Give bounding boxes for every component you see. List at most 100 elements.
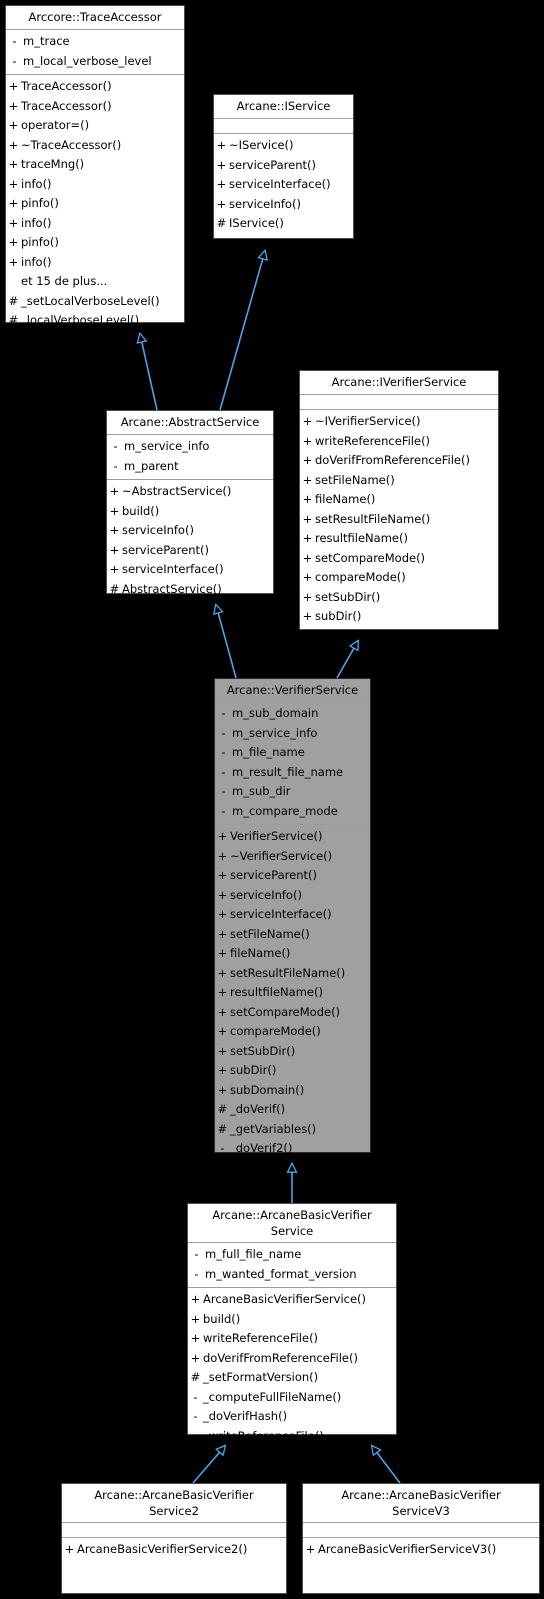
attributes-compartment-arcane-basic-verifier-service2: [62, 1523, 286, 1538]
member-name: traceMng(): [21, 157, 85, 171]
method-row: + serviceInterface(): [214, 175, 353, 195]
class-box-iverifier-service[interactable]: Arcane::IVerifierService + ~IVerifierServi…: [299, 370, 499, 630]
visibility-marker: -: [12, 34, 17, 48]
class-title-abstract-service: Arcane::AbstractService: [107, 411, 273, 435]
method-row: + subDir(): [300, 607, 498, 627]
member-name: compareMode(): [315, 570, 406, 584]
visibility-marker: +: [302, 550, 313, 565]
visibility-marker: +: [217, 1004, 228, 1019]
class-title-verifier-service: Arcane::VerifierService: [215, 679, 370, 702]
member-name: doVerifFromReferenceFile(): [203, 1350, 358, 1365]
visibility-marker: +: [8, 157, 19, 171]
member-name: m_file_name: [232, 745, 305, 759]
member-name: _getVariables(): [230, 1121, 317, 1136]
member-name: _setFormatVersion(): [203, 1370, 319, 1384]
class-title-iservice: Arcane::IService: [214, 95, 353, 119]
attribute-row: - m_result_file_name: [215, 763, 370, 783]
member-name: info(): [21, 254, 52, 269]
class-box-iservice[interactable]: Arcane::IService + ~IService() + servicePare…: [213, 94, 354, 239]
member-name: setFileName(): [315, 472, 395, 487]
member-name: compareMode(): [230, 1024, 321, 1038]
methods-compartment-arcane-basic-verifier-service: + ArcaneBasicVerifierService() + build() + wr…: [188, 1288, 396, 1449]
attribute-row: - m_service_info: [215, 724, 370, 744]
class-title-arcane-basic-verifier-service: Arcane::ArcaneBasicVerifier Service: [188, 1204, 396, 1243]
visibility-marker: +: [217, 829, 228, 843]
member-name: serviceInfo(): [122, 523, 194, 537]
method-row: + setCompareMode(): [300, 549, 498, 569]
visibility-marker: +: [109, 562, 120, 576]
visibility-marker: -: [193, 1409, 198, 1423]
member-name: _doVerif2(): [230, 1141, 293, 1155]
member-name: setCompareMode(): [230, 1004, 341, 1019]
member-name: setResultFileName(): [315, 511, 431, 526]
visibility-marker: -: [113, 439, 118, 453]
method-row: + build(): [188, 1310, 396, 1330]
method-row: # _localVerboseLevel(): [6, 311, 184, 331]
methods-compartment-verifier-service: + VerifierService() + ~VerifierService() + se…: [215, 825, 370, 1162]
class-box-arcane-basic-verifier-service[interactable]: Arcane::ArcaneBasicVerifier Service - m_fu…: [187, 1203, 397, 1443]
method-row: + pinfo(): [6, 233, 184, 253]
member-name: TraceAccessor(): [21, 79, 112, 93]
member-name: pinfo(): [21, 235, 59, 249]
visibility-marker: -: [221, 784, 226, 798]
method-row: + resultfileName(): [215, 983, 370, 1003]
method-row: # _doVerif(): [215, 1100, 370, 1120]
member-name: serviceInterface(): [229, 177, 331, 191]
method-row: + setCompareMode(): [215, 1003, 370, 1023]
member-name: serviceParent(): [122, 542, 209, 557]
member-name: ~IVerifierService(): [315, 414, 421, 428]
method-row: + setSubDir(): [300, 588, 498, 608]
member-name: et 15 de plus...: [21, 274, 108, 288]
method-row: + doVerifFromReferenceFile(): [300, 451, 498, 471]
methods-compartment-iverifier-service: + ~IVerifierService() + writeReferenceFile(…: [300, 410, 498, 630]
member-name: ~IService(): [229, 138, 294, 152]
method-row: + setFileName(): [215, 925, 370, 945]
member-name: m_result_file_name: [232, 764, 344, 779]
visibility-marker: +: [217, 907, 228, 921]
method-row: + VerifierService(): [215, 827, 370, 847]
class-box-abstract-service[interactable]: Arcane::AbstractService - m_service_info - m…: [106, 410, 274, 596]
visibility-marker: +: [217, 1024, 228, 1038]
member-name: setSubDir(): [315, 589, 381, 604]
attribute-row: - m_parent: [107, 457, 273, 477]
visibility-marker: -: [221, 725, 226, 740]
class-box-arcane-basic-verifier-service2[interactable]: Arcane::ArcaneBasicVerifier Service2 + Arc…: [61, 1483, 287, 1594]
visibility-marker: +: [8, 176, 19, 191]
method-row: + info(): [6, 175, 184, 195]
methods-compartment-arcane-basic-verifier-service2: + ArcaneBasicVerifierService2(): [62, 1538, 286, 1563]
visibility-marker: +: [302, 589, 313, 604]
visibility-marker: +: [216, 157, 227, 172]
member-name: setFileName(): [230, 926, 310, 941]
method-row: + serviceInfo(): [214, 195, 353, 215]
member-name: m_service_info: [232, 725, 318, 740]
member-name: _doVerifHash(): [203, 1409, 288, 1423]
member-name: serviceInfo(): [230, 887, 302, 902]
attributes-compartment-abstract-service: - m_service_info - m_parent: [107, 435, 273, 480]
method-row: + info(): [6, 214, 184, 234]
method-row: + subDomain(): [215, 1081, 370, 1101]
visibility-marker: +: [217, 1063, 228, 1077]
visibility-marker: -: [194, 1266, 199, 1281]
class-box-verifier-service[interactable]: Arcane::VerifierService - m_sub_domain - m_s…: [214, 678, 371, 1155]
member-name: _setLocalVerboseLevel(): [21, 293, 160, 308]
attribute-row: - m_compare_mode: [215, 802, 370, 822]
class-box-trace-accessor[interactable]: Arccore::TraceAccessor - m_trace - m_local_v…: [5, 5, 185, 327]
visibility-marker: +: [190, 1331, 201, 1345]
method-row: # AbstractService(): [107, 580, 273, 600]
visibility-marker: +: [302, 472, 313, 487]
class-box-arcane-basic-verifier-service-v3[interactable]: Arcane::ArcaneBasicVerifier ServiceV3 + Ar…: [302, 1483, 540, 1594]
member-name: ArcaneBasicVerifierService(): [203, 1292, 367, 1306]
method-row: + subDir(): [215, 1061, 370, 1081]
member-name: m_sub_domain: [232, 706, 319, 720]
member-name: serviceParent(): [230, 868, 317, 882]
member-name: writeReferenceFile(): [315, 433, 431, 448]
member-name: operator=(): [21, 118, 90, 132]
visibility-marker: +: [8, 137, 19, 152]
method-row: + ArcaneBasicVerifierService2(): [62, 1540, 286, 1560]
methods-compartment-arcane-basic-verifier-service-v3: + ArcaneBasicVerifierServiceV3(): [303, 1538, 539, 1563]
visibility-marker: +: [216, 177, 227, 191]
member-name: serviceParent(): [229, 157, 316, 172]
member-name: subDomain(): [230, 1082, 305, 1097]
member-name: TraceAccessor(): [21, 98, 112, 113]
methods-compartment-iservice: + ~IService() + serviceParent() + serviceInte…: [214, 134, 353, 237]
